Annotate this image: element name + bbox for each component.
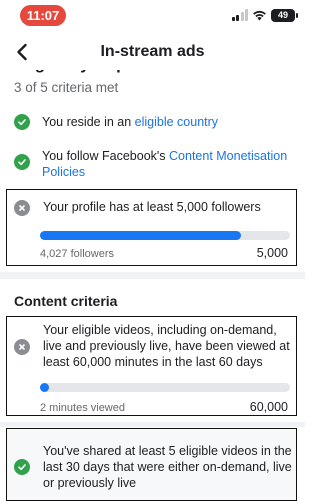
page-title: In-stream ads — [100, 43, 205, 60]
minutes-progress-bar — [40, 383, 290, 392]
minutes-text: Your eligible videos, including on-deman… — [43, 323, 290, 369]
x-circle-icon — [14, 339, 30, 355]
check-circle-icon — [14, 154, 30, 170]
criterion-policies: You follow Facebook's Content Monetisati… — [14, 148, 294, 180]
videos-shared-criterion: You've shared at least 5 eligible videos… — [6, 428, 297, 501]
section-divider — [0, 272, 305, 279]
status-time: 11:07 — [20, 5, 66, 26]
minutes-target: 60,000 — [249, 400, 288, 414]
minutes-current: 2 minutes viewed — [40, 402, 125, 414]
eligible-country-link[interactable]: eligible country — [135, 115, 218, 129]
criterion-text: You follow Facebook's Content Monetisati… — [42, 149, 288, 179]
section-divider — [0, 422, 305, 427]
minutes-viewed-criterion: Your eligible videos, including on-deman… — [6, 316, 297, 416]
signal-icon — [231, 9, 248, 21]
followers-current: 4,027 followers — [40, 248, 114, 260]
check-circle-icon — [14, 114, 30, 130]
criterion-text: You reside in an eligible country — [42, 115, 219, 129]
battery-icon: 49 — [271, 8, 298, 22]
status-bar: 11:07 49 — [0, 0, 305, 34]
minutes-progress-fill — [40, 383, 49, 392]
content-criteria-heading: Content criteria — [14, 293, 118, 309]
followers-target: 5,000 — [256, 246, 288, 260]
followers-progress-bar — [40, 231, 290, 240]
followers-text: Your profile has at least 5,000 follower… — [43, 200, 261, 214]
criterion-residence: You reside in an eligible country — [14, 114, 294, 130]
criteria-met-count: 3 of 5 criteria met — [14, 80, 119, 95]
app-screen: 11:07 49 Eligibility requirements In- — [0, 0, 305, 504]
wifi-icon — [253, 10, 266, 21]
status-icons: 49 — [231, 7, 298, 23]
check-circle-icon — [14, 459, 30, 475]
x-circle-icon — [14, 200, 30, 216]
followers-progress-fill — [40, 231, 241, 240]
videos-text: You've shared at least 5 eligible videos… — [43, 444, 292, 490]
followers-criterion: Your profile has at least 5,000 follower… — [6, 189, 297, 266]
top-header: In-stream ads — [0, 34, 305, 72]
